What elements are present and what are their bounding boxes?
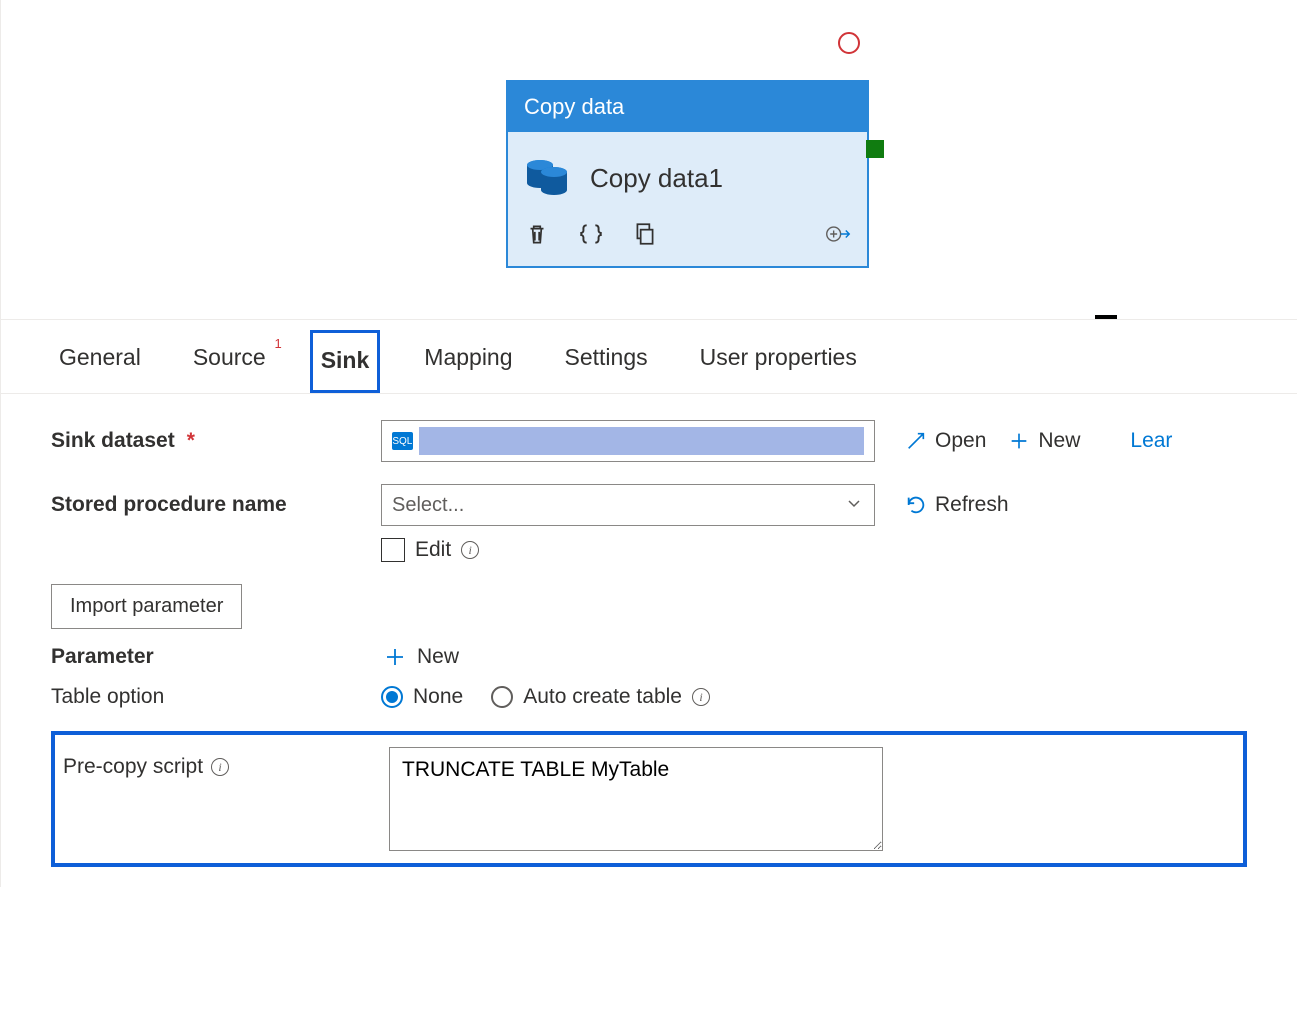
sql-icon: SQL bbox=[392, 432, 413, 450]
precopy-script-input[interactable] bbox=[389, 747, 883, 851]
status-indicator-icon bbox=[838, 32, 860, 54]
stored-procedure-select[interactable]: Select... bbox=[381, 484, 875, 526]
edit-label: Edit bbox=[415, 538, 451, 562]
stored-procedure-label: Stored procedure name bbox=[51, 493, 381, 517]
code-braces-icon[interactable] bbox=[578, 221, 604, 252]
panel-resize-handle[interactable] bbox=[1095, 315, 1117, 319]
new-dataset-button[interactable]: New bbox=[1008, 429, 1080, 453]
new-parameter-button[interactable]: New bbox=[383, 645, 459, 669]
tab-general[interactable]: General bbox=[51, 330, 149, 393]
sink-dataset-select[interactable]: SQL bbox=[381, 420, 875, 462]
info-icon[interactable]: i bbox=[692, 688, 710, 706]
sink-dataset-label: Sink dataset* bbox=[51, 429, 381, 453]
clone-icon[interactable] bbox=[632, 221, 658, 252]
edit-checkbox[interactable] bbox=[381, 538, 405, 562]
learn-more-link[interactable]: Lear bbox=[1130, 429, 1172, 453]
properties-tabs: General Source 1 Sink Mapping Settings U… bbox=[0, 320, 1297, 394]
info-icon[interactable]: i bbox=[461, 541, 479, 559]
precopy-label: Pre-copy script i bbox=[63, 747, 389, 779]
chevron-down-icon bbox=[846, 494, 862, 517]
copy-data-activity[interactable]: Copy data Copy data1 bbox=[506, 80, 869, 268]
refresh-button[interactable]: Refresh bbox=[905, 493, 1009, 517]
tab-user-properties[interactable]: User properties bbox=[692, 330, 865, 393]
dataset-value-redacted bbox=[419, 427, 864, 455]
open-button[interactable]: Open bbox=[905, 429, 986, 453]
tab-sink[interactable]: Sink bbox=[310, 330, 381, 393]
table-option-auto-create[interactable]: Auto create table i bbox=[491, 685, 710, 709]
tab-settings[interactable]: Settings bbox=[557, 330, 656, 393]
activity-name-text: Copy data1 bbox=[590, 163, 723, 194]
precopy-highlight-box: Pre-copy script i bbox=[51, 731, 1247, 867]
pipeline-canvas[interactable]: Copy data Copy data1 bbox=[0, 0, 1297, 320]
table-option-label: Table option bbox=[51, 685, 381, 709]
parameter-label: Parameter bbox=[51, 645, 381, 669]
radio-unchecked-icon bbox=[491, 686, 513, 708]
tab-source[interactable]: Source 1 bbox=[185, 330, 274, 393]
info-icon[interactable]: i bbox=[211, 758, 229, 776]
activity-type-label: Copy data bbox=[508, 82, 867, 132]
source-badge: 1 bbox=[274, 336, 281, 351]
table-option-none[interactable]: None bbox=[381, 685, 463, 709]
database-copy-icon bbox=[524, 152, 572, 205]
delete-icon[interactable] bbox=[524, 221, 550, 252]
import-parameter-button[interactable]: Import parameter bbox=[51, 584, 242, 629]
output-handle[interactable] bbox=[866, 140, 884, 158]
add-output-icon[interactable] bbox=[825, 221, 851, 252]
sink-panel: Sink dataset* SQL Open New Lear Stored p… bbox=[0, 394, 1297, 887]
tab-mapping[interactable]: Mapping bbox=[416, 330, 520, 393]
radio-checked-icon bbox=[381, 686, 403, 708]
